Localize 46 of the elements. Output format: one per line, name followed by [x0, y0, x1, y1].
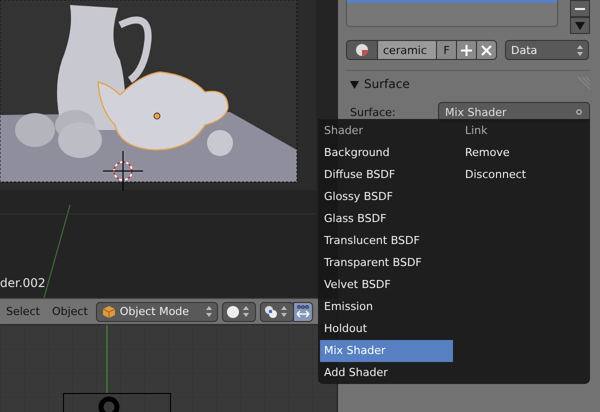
menu-item[interactable]: Holdout [318, 318, 459, 340]
menu-item[interactable]: Disconnect [459, 164, 526, 186]
menu-item[interactable]: Emission [318, 296, 459, 318]
updown-arrow-icon [577, 44, 583, 56]
close-icon [481, 44, 492, 56]
menu-item[interactable]: Diffuse BSDF [318, 164, 459, 186]
panel-title: Surface [364, 77, 411, 91]
down-triangle-icon [350, 80, 359, 88]
material-name-field[interactable]: ceramic [378, 40, 437, 60]
fake-user-button[interactable]: F [437, 40, 457, 60]
double-arrow-icon [296, 304, 310, 318]
pivot-dropdown[interactable] [260, 302, 294, 322]
object-name: der.002 [0, 276, 46, 290]
menu-item[interactable]: Velvet BSDF [318, 274, 459, 296]
field-label: Surface: [349, 106, 397, 118]
menu-item[interactable]: Remove [459, 142, 526, 164]
menu-item[interactable]: Transparent BSDF [318, 252, 459, 274]
material-browse-button[interactable] [346, 40, 378, 60]
menu-item[interactable]: Translucent BSDF [318, 230, 459, 252]
menu-heading: Link [464, 123, 489, 139]
shading-dropdown[interactable] [222, 302, 256, 322]
sphere-icon [226, 304, 240, 318]
menu-heading: Shader [323, 123, 364, 139]
menu-item[interactable]: Background [318, 142, 459, 164]
manipulator-button[interactable] [292, 302, 313, 322]
panel-header[interactable]: Surface [346, 70, 590, 96]
remove-slot-button[interactable] [570, 0, 590, 17]
menu-button[interactable]: Select [2, 303, 44, 320]
menu-item[interactable]: Glass BSDF [318, 208, 459, 230]
menu-item[interactable]: Glossy BSDF [318, 186, 459, 208]
plus-icon [461, 44, 472, 56]
updown-arrow-icon [242, 305, 249, 318]
menu-item[interactable]: Mix Shader [320, 340, 453, 362]
link-dropdown[interactable]: Data [505, 40, 589, 60]
updown-arrow-icon [206, 305, 212, 318]
menu-button[interactable]: Object [48, 303, 92, 320]
pivot-icon [264, 304, 278, 318]
new-material-button[interactable] [457, 40, 477, 60]
mode-dropdown[interactable]: Object Mode [96, 302, 218, 322]
menu-item[interactable]: Add Shader [318, 362, 459, 384]
material-sphere-icon [355, 43, 369, 57]
updown-arrow-icon [280, 305, 287, 318]
down-triangle-icon [575, 20, 585, 30]
unlink-button[interactable] [477, 40, 497, 60]
cube-icon [102, 304, 116, 318]
socket-icon [576, 109, 582, 115]
